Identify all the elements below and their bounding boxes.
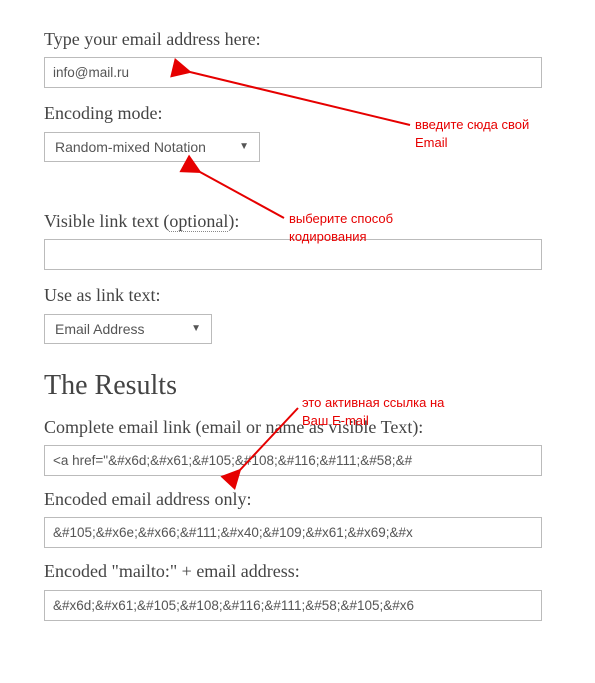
results-heading: The Results [44,370,551,402]
complete-link-output[interactable]: <a href="&#x6d;&#x61;&#105;&#108;&#116;&… [44,445,542,476]
chevron-down-icon: ▼ [239,141,249,152]
encoding-select[interactable]: Random-mixed Notation ▼ [44,132,260,162]
visible-label-prefix: Visible link text ( [44,211,169,231]
encoded-address-output[interactable]: &#105;&#x6e;&#x66;&#111;&#x40;&#109;&#x6… [44,517,542,548]
visible-label-optional: optional [169,211,228,232]
chevron-down-icon: ▼ [191,323,201,334]
use-as-link-text-select[interactable]: Email Address ▼ [44,314,212,344]
use-as-link-text-label: Use as link text: [44,284,551,307]
encoded-address-label: Encoded email address only: [44,488,551,511]
encoding-select-value: Random-mixed Notation [55,139,206,155]
annotation-email: введите сюда свой Email [415,116,529,151]
encoded-mailto-output[interactable]: &#x6d;&#x61;&#105;&#108;&#116;&#111;&#58… [44,590,542,621]
annotation-encoding: выберите способ кодирования [289,210,393,245]
complete-link-label: Complete email link (email or name as vi… [44,416,551,439]
email-label: Type your email address here: [44,28,551,51]
visible-label-suffix: ): [228,211,239,231]
annotation-result: это активная ссылка на Ваш E-mail [302,394,444,429]
encoded-mailto-label: Encoded "mailto:" + email address: [44,560,551,583]
email-input[interactable] [44,57,542,88]
use-as-select-value: Email Address [55,321,144,337]
